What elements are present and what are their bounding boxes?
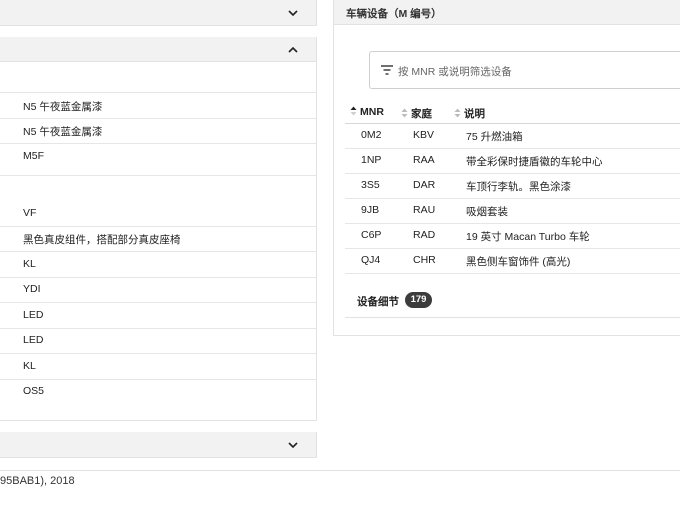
cell-mnr: 1NP [361, 154, 382, 166]
list-item-value: 黑色真皮组件，搭配部分真皮座椅 [23, 234, 181, 246]
cell-mnr: 9JB [361, 204, 380, 216]
list-item-value: LED [23, 309, 44, 321]
cell-family: DAR [413, 179, 436, 191]
list-item: OS5 [0, 380, 316, 405]
cell-description: 吸烟套装 [466, 206, 508, 218]
list-item: KL [0, 252, 316, 278]
table-row[interactable]: 3S5 DAR 车顶行李轨。黑色涂漆 [345, 174, 680, 199]
sort-asc-icon [350, 106, 357, 116]
cell-family: CHR [413, 254, 436, 266]
cell-description: 车顶行李轨。黑色涂漆 [466, 181, 571, 193]
list-item-value: N5 午夜蓝金属漆 [23, 126, 103, 138]
list-item: M5F [0, 144, 316, 176]
chevron-down-icon[interactable] [284, 436, 302, 454]
table-row[interactable]: C6P RAD 19 英寸 Macan Turbo 车轮 [345, 224, 680, 249]
equipment-panel-header: 车辆设备（M 编号） [333, 0, 680, 25]
table-row[interactable]: 9JB RAU 吸烟套装 [345, 199, 680, 224]
footer-divider [0, 470, 680, 471]
column-header-mnr[interactable]: MNR [350, 106, 384, 118]
chevron-down-icon[interactable] [284, 4, 302, 22]
list-item-value: YDI [23, 283, 41, 295]
filter-placeholder: 按 MNR 或说明筛选设备 [398, 66, 512, 78]
column-header-label: MNR [360, 106, 384, 118]
equipment-details-toggle[interactable]: 设备细节 [357, 294, 399, 309]
cell-mnr: QJ4 [361, 254, 381, 266]
vehicle-model-note: 95BAB1), 2018 [0, 475, 75, 487]
cell-family: RAA [413, 154, 435, 166]
list-item [0, 62, 316, 93]
list-item-value: M5F [23, 150, 44, 162]
filter-icon [381, 65, 393, 75]
column-header-label: 说明 [464, 108, 485, 120]
table-row[interactable]: 0M2 KBV 75 升燃油箱 [345, 124, 680, 149]
list-item: 黑色真皮组件，搭配部分真皮座椅 [0, 227, 316, 252]
equipment-filter-input[interactable]: 按 MNR 或说明筛选设备 [369, 51, 680, 89]
list-item: VF [0, 201, 316, 227]
collapsed-section-top[interactable] [0, 0, 317, 26]
column-header-family[interactable]: 家庭 [401, 106, 432, 121]
cell-mnr: C6P [361, 229, 382, 241]
expanded-section-header[interactable] [0, 37, 317, 62]
cell-mnr: 3S5 [361, 179, 380, 191]
list-item-value: VF [23, 207, 37, 219]
cell-mnr: 0M2 [361, 129, 382, 141]
left-column: N5 午夜蓝金属漆 N5 午夜蓝金属漆 M5F VF 黑色真皮组件，搭配部分真皮… [0, 0, 318, 510]
list-item: LED [0, 329, 316, 354]
cell-description: 75 升燃油箱 [466, 131, 523, 143]
list-item: LED [0, 303, 316, 329]
sort-icon [401, 108, 408, 118]
list-item: N5 午夜蓝金属漆 [0, 93, 316, 119]
column-header-description[interactable]: 说明 [454, 106, 485, 121]
equipment-panel-title: 车辆设备（M 编号） [346, 8, 442, 20]
list-item-value: N5 午夜蓝金属漆 [23, 101, 103, 113]
cell-family: RAD [413, 229, 436, 241]
cell-family: KBV [413, 129, 435, 141]
column-header-label: 家庭 [411, 108, 432, 120]
collapsed-section-bottom[interactable] [0, 432, 317, 458]
list-item-value: KL [23, 360, 36, 372]
list-item: N5 午夜蓝金属漆 [0, 119, 316, 144]
table-row[interactable]: QJ4 CHR 黑色侧车窗饰件 (高光) [345, 249, 680, 274]
cell-description: 带全彩保时捷盾徽的车轮中心 [466, 156, 603, 168]
list-item-value: OS5 [23, 385, 45, 397]
cell-family: RAU [413, 204, 436, 216]
details-divider [345, 317, 680, 318]
list-item [0, 176, 316, 201]
equipment-count-badge: 179 [405, 292, 432, 308]
cell-description: 19 英寸 Macan Turbo 车轮 [466, 231, 590, 243]
chevron-up-icon[interactable] [284, 41, 302, 59]
table-row[interactable]: 1NP RAA 带全彩保时捷盾徽的车轮中心 [345, 149, 680, 174]
cell-description: 黑色侧车窗饰件 (高光) [466, 256, 571, 268]
vehicle-attributes-list: N5 午夜蓝金属漆 N5 午夜蓝金属漆 M5F VF 黑色真皮组件，搭配部分真皮… [0, 62, 317, 421]
list-item-value: KL [23, 258, 36, 270]
list-item-value: LED [23, 334, 44, 346]
sort-icon [454, 108, 461, 118]
list-item: KL [0, 354, 316, 380]
list-item: YDI [0, 278, 316, 303]
